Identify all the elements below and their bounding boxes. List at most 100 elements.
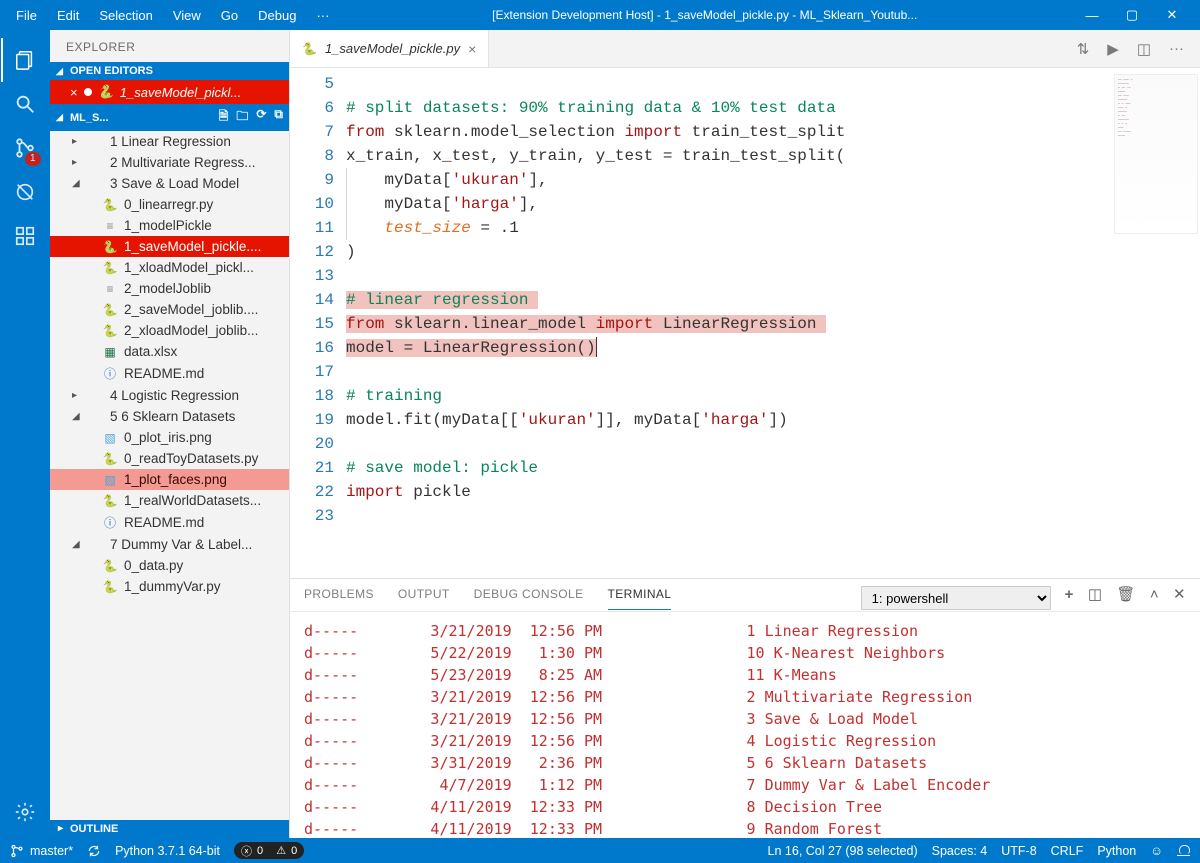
py-icon: 🐍 <box>102 559 118 573</box>
editor-area: 🐍 1_saveModel_pickle.py × ⇅ ▶ ◫ ··· 5678… <box>290 30 1200 838</box>
window-close[interactable]: ✕ <box>1152 7 1192 23</box>
status-bell-icon[interactable] <box>1177 844 1190 857</box>
open-editors-header[interactable]: OPEN EDITORS <box>50 62 289 80</box>
folder-item[interactable]: ◢7 Dummy Var & Label... <box>50 534 289 555</box>
file-item[interactable]: 🐍 0_linearregr.py <box>50 194 289 215</box>
panel-tab-output[interactable]: OUTPUT <box>398 587 450 609</box>
workspace-header[interactable]: ML_S... 🗎 🗀 ⟳ ⧉ <box>50 104 289 131</box>
tree-item-label: 0_linearregr.py <box>124 197 213 212</box>
file-item[interactable]: ≡2_modelJoblib <box>50 278 289 299</box>
code-editor[interactable]: 567891011121314151617181920212223 # spli… <box>290 68 1200 578</box>
activity-search-icon[interactable] <box>1 82 49 126</box>
tree-item-label: 4 Logistic Regression <box>110 388 239 403</box>
python-file-icon: 🐍 <box>302 42 317 56</box>
menu-file[interactable]: File <box>8 4 45 27</box>
status-encoding[interactable]: UTF-8 <box>1001 844 1036 858</box>
activity-debug-icon[interactable] <box>1 170 49 214</box>
split-terminal-icon[interactable]: ◫ <box>1088 585 1103 611</box>
split-editor-icon[interactable]: ◫ <box>1137 40 1151 58</box>
kill-terminal-icon[interactable]: 🗑 <box>1116 585 1135 611</box>
txt-icon: ≡ <box>102 282 118 296</box>
activity-scm-icon[interactable]: 1 <box>1 126 49 170</box>
panel-tab-debug[interactable]: DEBUG CONSOLE <box>474 587 584 609</box>
xls-icon: ▦ <box>102 345 118 359</box>
close-icon[interactable]: × <box>70 85 78 100</box>
new-terminal-icon[interactable]: + <box>1065 586 1074 611</box>
activity-extensions-icon[interactable] <box>1 214 49 258</box>
status-eol[interactable]: CRLF <box>1051 844 1084 858</box>
file-item[interactable]: ▦ data.xlsx <box>50 341 289 362</box>
menu-go[interactable]: Go <box>213 4 246 27</box>
compare-icon[interactable]: ⇅ <box>1077 40 1090 58</box>
file-item[interactable]: ▧1_plot_faces.png <box>50 469 289 490</box>
file-item[interactable]: 🐍1_saveModel_pickle.... <box>50 236 289 257</box>
file-item[interactable]: 🐍1_xloadModel_pickl... <box>50 257 289 278</box>
more-actions-icon[interactable]: ··· <box>1169 40 1184 57</box>
maximize-panel-icon[interactable]: ˄ <box>1150 586 1159 611</box>
menu-edit[interactable]: Edit <box>49 4 87 27</box>
file-item[interactable]: 🐍1_dummyVar.py <box>50 576 289 597</box>
status-lang[interactable]: Python <box>1097 844 1136 858</box>
run-icon[interactable]: ▶ <box>1107 40 1119 58</box>
new-folder-icon[interactable]: 🗀 <box>236 107 248 128</box>
menu-more[interactable]: ··· <box>308 4 337 27</box>
editor-tab[interactable]: 🐍 1_saveModel_pickle.py × <box>290 30 489 67</box>
file-item[interactable]: ≡1_modelPickle <box>50 215 289 236</box>
panel-tab-terminal[interactable]: TERMINAL <box>608 587 672 610</box>
status-sync[interactable] <box>87 844 101 858</box>
panel-tab-problems[interactable]: PROBLEMS <box>304 587 374 609</box>
status-python[interactable]: Python 3.7.1 64-bit <box>115 844 220 858</box>
status-cursor[interactable]: Ln 16, Col 27 (98 selected) <box>768 844 918 858</box>
terminal-output[interactable]: d----- 3/21/2019 12:56 PM 1 Linear Regre… <box>290 612 1200 838</box>
folder-item[interactable]: ◢3 Save & Load Model <box>50 173 289 194</box>
file-item[interactable]: 🐍0_readToyDatasets.py <box>50 448 289 469</box>
file-item[interactable]: ⓘREADME.md <box>50 511 289 534</box>
minimap[interactable]: ▬▬ ▬▬▬ ▬▬▬▬▬▬▬▬ ▬▬ ▬▬▬▬▬▬▬▬ ▬▬▬▬▬▬▬▬▬ ▬ … <box>1114 74 1198 234</box>
tree-item-label: 2_xloadModel_joblib... <box>124 323 258 338</box>
folder-item[interactable]: ▸4 Logistic Regression <box>50 385 289 406</box>
folder-item[interactable]: ◢5 6 Sklearn Datasets <box>50 406 289 427</box>
close-tab-icon[interactable]: × <box>468 41 476 57</box>
code-lines[interactable]: # split datasets: 90% training data & 10… <box>346 68 845 578</box>
folder-item[interactable]: ▸1 Linear Regression <box>50 131 289 152</box>
refresh-icon[interactable]: ⟳ <box>256 107 266 128</box>
menu-view[interactable]: View <box>165 4 209 27</box>
error-count: 0 <box>257 845 263 857</box>
img-icon: ▧ <box>102 431 118 445</box>
activity-explorer-icon[interactable] <box>1 38 49 82</box>
editor-tab-label: 1_saveModel_pickle.py <box>325 41 460 56</box>
folder-item[interactable]: ▸2 Multivariate Regress... <box>50 152 289 173</box>
terminal-selector[interactable]: 1: powershell <box>861 586 1051 610</box>
tree-item-label: data.xlsx <box>124 344 177 359</box>
file-tree[interactable]: ▸1 Linear Regression▸2 Multivariate Regr… <box>50 131 289 820</box>
file-item[interactable]: 🐍1_realWorldDatasets... <box>50 490 289 511</box>
window-maximize[interactable]: ▢ <box>1112 7 1152 23</box>
scm-badge: 1 <box>25 152 41 166</box>
collapse-all-icon[interactable]: ⧉ <box>274 107 283 128</box>
new-file-icon[interactable]: 🗎 <box>219 107 229 128</box>
file-item[interactable]: ▧0_plot_iris.png <box>50 427 289 448</box>
tree-item-label: README.md <box>124 515 204 530</box>
status-spaces[interactable]: Spaces: 4 <box>932 844 988 858</box>
outline-header[interactable]: OUTLINE <box>50 820 289 838</box>
sidebar-title: EXPLORER <box>50 30 289 62</box>
activity-settings-icon[interactable] <box>1 790 49 834</box>
tree-item-label: 1_saveModel_pickle.... <box>124 239 261 254</box>
file-item[interactable]: 🐍2_xloadModel_joblib... <box>50 320 289 341</box>
file-item[interactable]: ⓘREADME.md <box>50 362 289 385</box>
menu-debug[interactable]: Debug <box>250 4 304 27</box>
file-item[interactable]: 🐍0_data.py <box>50 555 289 576</box>
close-panel-icon[interactable]: ✕ <box>1173 585 1186 611</box>
menu-selection[interactable]: Selection <box>91 4 160 27</box>
window-minimize[interactable]: — <box>1072 8 1112 23</box>
py-icon: 🐍 <box>102 580 118 594</box>
file-item[interactable]: 🐍2_saveModel_joblib.... <box>50 299 289 320</box>
status-problems[interactable]: ⓧ0 ⚠0 <box>234 842 304 859</box>
python-file-icon: 🐍 <box>98 84 114 100</box>
status-feedback-icon[interactable]: ☺ <box>1150 844 1163 858</box>
open-editor-item[interactable]: × 🐍 1_saveModel_pickl... <box>50 80 289 104</box>
status-branch[interactable]: master* <box>10 844 73 858</box>
py-icon: 🐍 <box>102 261 118 275</box>
error-icon: ⓧ <box>241 843 252 859</box>
py-icon: 🐍 <box>102 198 118 212</box>
